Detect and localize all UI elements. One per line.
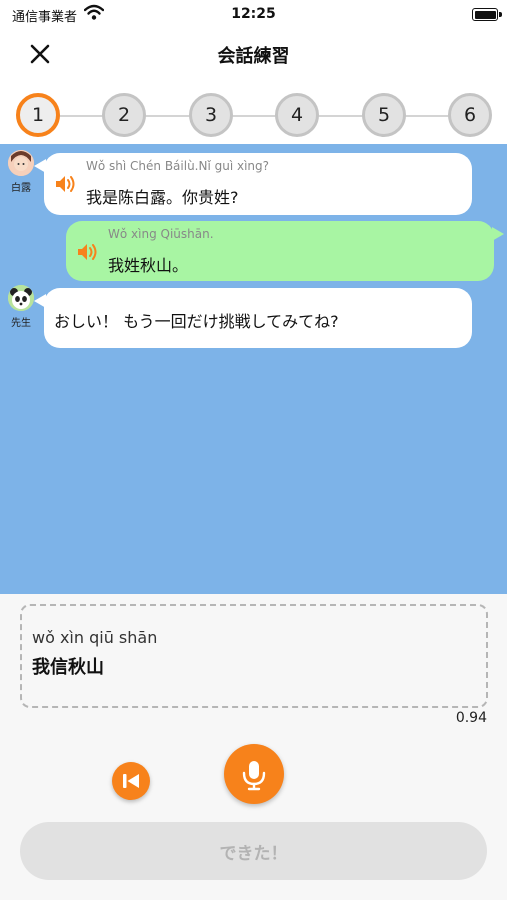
result-pinyin: wǒ xìn qiū shān bbox=[32, 628, 158, 647]
microphone-icon bbox=[242, 761, 266, 791]
message-bubble: おしい！ もう一回だけ挑戦してみてね? bbox=[34, 288, 472, 348]
replay-button[interactable] bbox=[112, 762, 150, 800]
message-bubble: Wǒ xìng Qiūshān. 我姓秋山。 bbox=[66, 221, 504, 281]
speaker-icon[interactable] bbox=[76, 241, 100, 263]
step-indicator: 1 2 3 4 5 6 bbox=[0, 84, 507, 144]
nav-header: 会話練習 bbox=[0, 30, 507, 84]
message-text: 我是陈白露。你贵姓? bbox=[86, 188, 239, 207]
speaker-icon[interactable] bbox=[54, 173, 78, 195]
step-2[interactable]: 2 bbox=[102, 93, 146, 137]
skip-back-icon bbox=[123, 774, 139, 788]
avatar-bailu bbox=[8, 150, 34, 176]
message-pinyin: Wǒ xìng Qiūshān. bbox=[108, 227, 214, 241]
chat-area: 白露 Wǒ shì Chén Báilù.Nǐ guì xìng? 我是陈白露。… bbox=[0, 144, 507, 594]
battery-icon bbox=[472, 8, 502, 21]
message-text: おしい！ もう一回だけ挑戦してみてね? bbox=[54, 312, 339, 331]
status-bar: 通信事業者 12:25 bbox=[0, 0, 507, 30]
step-4[interactable]: 4 bbox=[275, 93, 319, 137]
speaker-name: 先生 bbox=[11, 318, 31, 329]
panda-avatar bbox=[8, 285, 34, 311]
message-bubble: Wǒ shì Chén Báilù.Nǐ guì xìng? 我是陈白露。你贵姓… bbox=[34, 153, 472, 215]
step-1[interactable]: 1 bbox=[16, 93, 60, 137]
step-3[interactable]: 3 bbox=[189, 93, 233, 137]
message-pinyin: Wǒ shì Chén Báilù.Nǐ guì xìng? bbox=[86, 159, 270, 173]
result-text: 我信秋山 bbox=[32, 657, 104, 678]
score-value: 0.94 bbox=[455, 710, 487, 726]
done-button[interactable]: できた！ bbox=[20, 822, 487, 880]
page-title: 会話練習 bbox=[217, 46, 290, 67]
clock: 12:25 bbox=[231, 6, 276, 22]
step-6[interactable]: 6 bbox=[448, 93, 492, 137]
recognition-result-box: wǒ xìn qiū shān 我信秋山 bbox=[20, 604, 488, 708]
speaker-name: 白露 bbox=[11, 183, 31, 194]
microphone-button[interactable] bbox=[224, 744, 284, 804]
step-5[interactable]: 5 bbox=[362, 93, 406, 137]
message-text: 我姓秋山。 bbox=[108, 256, 189, 275]
